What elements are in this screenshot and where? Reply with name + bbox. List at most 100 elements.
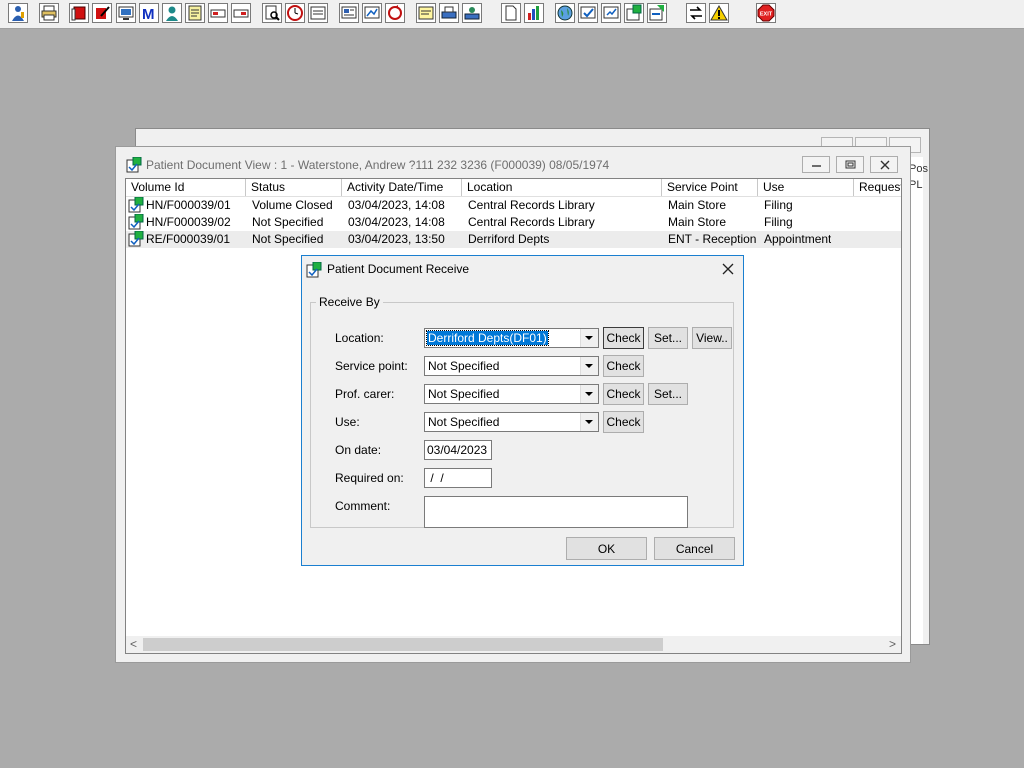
cell-use: Appointment xyxy=(764,232,832,246)
use-label: Use: xyxy=(335,415,360,429)
transfer-alt-icon[interactable] xyxy=(462,3,482,23)
chevron-down-icon xyxy=(585,392,593,396)
required-on-field[interactable]: / / xyxy=(424,468,492,488)
main-toolbar: M EXIT xyxy=(0,0,1024,29)
table-row[interactable]: HN/F000039/02 Not Specified 03/04/2023, … xyxy=(126,214,901,231)
svg-text:M: M xyxy=(142,6,155,22)
service-point-dropdown-button[interactable] xyxy=(580,357,598,375)
restore-button[interactable] xyxy=(836,156,864,173)
cell-location: Central Records Library xyxy=(468,198,595,212)
location-select[interactable]: Derriford Depts(DF01) xyxy=(424,328,599,348)
m-icon[interactable]: M xyxy=(139,3,159,23)
location-check-button[interactable]: Check xyxy=(603,327,644,349)
column-header-requested[interactable]: Requeste xyxy=(854,179,901,196)
service-point-label: Service point: xyxy=(335,359,408,373)
exit-icon-label: EXIT xyxy=(760,12,773,18)
warning-icon[interactable] xyxy=(709,3,729,23)
column-header-volume-id[interactable]: Volume Id xyxy=(126,179,246,196)
on-date-field[interactable]: 03/04/2023 xyxy=(424,440,492,460)
cell-status: Volume Closed xyxy=(252,198,333,212)
doc-green-icon[interactable] xyxy=(624,3,644,23)
exit-button[interactable]: EXIT xyxy=(756,3,776,23)
on-date-label: On date: xyxy=(335,443,382,457)
cell-location: Central Records Library xyxy=(468,215,595,229)
location-value: Derriford Depts(DF01) xyxy=(426,330,549,346)
column-header-status[interactable]: Status xyxy=(246,179,342,196)
use-select[interactable]: Not Specified xyxy=(424,412,599,432)
cycle-icon[interactable] xyxy=(385,3,405,23)
column-header-activity[interactable]: Activity Date/Time xyxy=(342,179,462,196)
swap-icon[interactable] xyxy=(686,3,706,23)
close-button[interactable] xyxy=(870,156,898,173)
use-dropdown-button[interactable] xyxy=(580,413,598,431)
prof-carer-set-button[interactable]: Set... xyxy=(648,383,688,405)
globe-icon[interactable] xyxy=(555,3,575,23)
ok-button[interactable]: OK xyxy=(566,537,647,560)
service-point-check-button[interactable]: Check xyxy=(603,355,644,377)
cell-activity: 03/04/2023, 14:08 xyxy=(348,198,445,212)
location-view-button[interactable]: View.. xyxy=(692,327,732,349)
table-row[interactable]: HN/F000039/01 Volume Closed 03/04/2023, … xyxy=(126,197,901,214)
location-set-button[interactable]: Set... xyxy=(648,327,688,349)
user-icon[interactable] xyxy=(8,3,28,23)
use-value: Not Specified xyxy=(428,415,500,429)
doc-check-icon[interactable] xyxy=(578,3,598,23)
app-document-icon xyxy=(126,157,142,173)
cell-service-point: ENT - Reception xyxy=(668,232,757,246)
cell-status: Not Specified xyxy=(252,232,324,246)
document-icon[interactable] xyxy=(501,3,521,23)
chevron-down-icon xyxy=(585,420,593,424)
dialog-close-button[interactable] xyxy=(716,259,740,279)
table-row[interactable]: RE/F000039/01 Not Specified 03/04/2023, … xyxy=(126,231,901,248)
person-icon[interactable] xyxy=(162,3,182,23)
scrollbar-thumb[interactable] xyxy=(143,638,663,651)
window-titlebar[interactable]: Patient Document View : 1 - Waterstone, … xyxy=(116,147,910,179)
column-header-service-point[interactable]: Service Point xyxy=(662,179,758,196)
column-header-use[interactable]: Use xyxy=(758,179,854,196)
book-icon[interactable] xyxy=(69,3,89,23)
prof-carer-dropdown-button[interactable] xyxy=(580,385,598,403)
tag-icon[interactable] xyxy=(208,3,228,23)
doc-green-alt-icon[interactable] xyxy=(647,3,667,23)
service-point-value: Not Specified xyxy=(428,359,500,373)
screen-icon[interactable] xyxy=(116,3,136,23)
chart-doc-icon[interactable] xyxy=(362,3,382,23)
cell-volume-id: RE/F000039/01 xyxy=(146,232,231,246)
service-point-select[interactable]: Not Specified xyxy=(424,356,599,376)
prof-carer-value: Not Specified xyxy=(428,387,500,401)
patient-document-receive-dialog[interactable]: Patient Document Receive Receive By Loca… xyxy=(301,255,744,566)
location-dropdown-button[interactable] xyxy=(580,329,598,347)
close-icon xyxy=(880,160,890,170)
printer-icon[interactable] xyxy=(39,3,59,23)
form-icon[interactable] xyxy=(185,3,205,23)
tag-alt-icon[interactable] xyxy=(231,3,251,23)
scroll-right-arrow-icon[interactable]: > xyxy=(886,638,899,651)
transfer-icon[interactable] xyxy=(439,3,459,23)
comment-label: Comment: xyxy=(335,499,391,513)
document-row-icon xyxy=(128,197,144,213)
prof-carer-select[interactable]: Not Specified xyxy=(424,384,599,404)
cell-volume-id: HN/F000039/01 xyxy=(146,198,231,212)
cell-service-point: Main Store xyxy=(668,198,727,212)
clock-icon[interactable] xyxy=(285,3,305,23)
chevron-down-icon xyxy=(585,336,593,340)
report-icon[interactable] xyxy=(339,3,359,23)
edit-icon[interactable] xyxy=(92,3,112,23)
receive-by-label: Receive By xyxy=(319,295,380,309)
minimize-button[interactable] xyxy=(802,156,830,173)
restore-icon xyxy=(845,160,856,169)
document-row-icon xyxy=(128,231,144,247)
search-doc-icon[interactable] xyxy=(262,3,282,23)
horizontal-scrollbar[interactable]: < > xyxy=(126,636,901,653)
doc-edit-icon[interactable] xyxy=(601,3,621,23)
cancel-button[interactable]: Cancel xyxy=(654,537,735,560)
use-check-button[interactable]: Check xyxy=(603,411,644,433)
receive-by-group: Receive By Location: Derriford Depts(DF0… xyxy=(310,295,734,528)
scroll-left-arrow-icon[interactable]: < xyxy=(127,638,140,651)
comment-field[interactable] xyxy=(424,496,688,528)
prof-carer-check-button[interactable]: Check xyxy=(603,383,644,405)
note-icon[interactable] xyxy=(416,3,436,23)
bar-chart-icon[interactable] xyxy=(524,3,544,23)
panel-icon[interactable] xyxy=(308,3,328,23)
column-header-location[interactable]: Location xyxy=(462,179,662,196)
